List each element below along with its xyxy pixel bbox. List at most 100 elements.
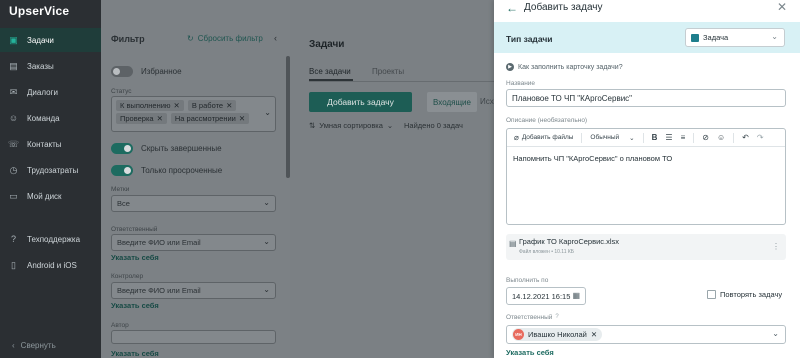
orders-icon: ▤ (9, 60, 18, 71)
undo-icon[interactable]: ↶ (742, 133, 749, 142)
task-type-select[interactable]: Задача ⌄ (685, 28, 785, 47)
align-icon[interactable]: ≡ (681, 133, 686, 142)
link-icon[interactable]: ⊘ (702, 133, 709, 142)
bold-icon[interactable]: B (652, 133, 658, 142)
contacts-icon: ☏ (7, 138, 20, 149)
toolbar-divider (733, 132, 735, 143)
chevron-down-icon: ⌄ (772, 329, 779, 338)
responsible-chip: ИН Ивашко Николай ✕ (512, 328, 603, 341)
tabs-divider (309, 81, 495, 82)
hide-completed-label: Скрыть завершенные (141, 144, 222, 153)
sidebar-item-disk[interactable]: ▭ Мой диск (0, 184, 101, 208)
close-icon[interactable]: ✕ (777, 0, 787, 14)
checkbox[interactable] (707, 290, 716, 299)
chevron-down-icon: ⌄ (263, 237, 270, 246)
remove-chip-icon[interactable]: ✕ (591, 330, 597, 339)
responsible-placeholder: Введите ФИО или Email (117, 238, 201, 247)
status-label: Статус (111, 88, 132, 95)
toolbar-divider (693, 132, 695, 143)
status-chip: В работе ✕ (187, 100, 237, 111)
sidebar-item-tasks[interactable]: ▣ Задачи (0, 28, 101, 52)
status-select[interactable]: К выполнению ✕ В работе ✕ Проверка ✕ На рассмо… (111, 96, 276, 132)
text-style-value: Обычный (590, 133, 620, 141)
collapse-label: Свернуть (20, 341, 56, 350)
attach-files-button[interactable]: ⌀ Добавить файлы (514, 133, 573, 142)
list-icon[interactable]: ☰ (665, 133, 672, 142)
author-set-self-link[interactable]: Указать себя (111, 349, 159, 358)
status-chip: На рассмотрении ✕ (170, 113, 250, 124)
description-label: Описание (необязательно) (506, 117, 588, 124)
collapse-filter-icon[interactable]: ‹ (274, 33, 277, 43)
toolbar-divider (581, 132, 583, 143)
sidebar-item-support[interactable]: ? Техподдержка (0, 227, 101, 251)
help-icon[interactable]: ? (555, 314, 558, 321)
add-task-dialog: ← Добавить задачу ✕ Тип задачи Задача ⌄ … (494, 0, 800, 358)
tasks-main: Задачи Все задачи Проекты Добавить задач… (290, 0, 495, 358)
sidebar-item-orders[interactable]: ▤ Заказы (0, 54, 101, 78)
hide-completed-toggle[interactable] (111, 143, 133, 154)
more-options-icon[interactable]: ⋮ (772, 242, 780, 251)
play-icon: ▶ (506, 63, 514, 71)
responsible-set-self-link[interactable]: Указать себя (506, 348, 554, 357)
chevron-down-icon: ⌄ (771, 32, 778, 41)
reset-filter-button[interactable]: ↻ Сбросить фильтр (187, 34, 263, 43)
attached-file[interactable]: ▤ График ТО КаргоСервис.xlsx Файл вложен… (506, 234, 786, 260)
remove-chip-icon[interactable]: ✕ (157, 114, 163, 123)
collapse-sidebar-button[interactable]: ‹ Свернуть (12, 341, 56, 350)
sidebar-item-team[interactable]: ☺ Команда (0, 106, 101, 130)
remove-chip-icon[interactable]: ✕ (174, 101, 180, 110)
tab-projects[interactable]: Проекты (372, 67, 404, 76)
sidebar-item-timecost[interactable]: ◷ Трудозатраты (0, 158, 101, 182)
sidebar-item-label: Мой диск (27, 191, 62, 201)
remove-chip-icon[interactable]: ✕ (226, 101, 232, 110)
author-label: Автор (111, 322, 129, 329)
sidebar-item-label: Трудозатраты (27, 165, 79, 175)
sidebar-item-dialogs[interactable]: ✉ Диалоги (0, 80, 101, 104)
avatar: ИН (513, 329, 524, 340)
incoming-filter-button[interactable]: Входящие (427, 92, 477, 112)
sidebar-item-label: Android и iOS (27, 260, 77, 270)
redo-icon[interactable]: ↷ (757, 133, 764, 142)
controller-set-self-link[interactable]: Указать себя (111, 301, 159, 310)
paperclip-icon: ⌀ (514, 133, 519, 142)
back-arrow-icon[interactable]: ← (506, 1, 518, 15)
tab-all-tasks[interactable]: Все задачи (309, 67, 351, 76)
tags-select[interactable]: Все ⌄ (111, 195, 276, 212)
active-tab-indicator (309, 79, 353, 81)
status-chip: Проверка ✕ (116, 113, 167, 124)
add-task-button[interactable]: Добавить задачу (309, 92, 412, 112)
controller-filter-input[interactable]: Введите ФИО или Email ⌄ (111, 282, 276, 299)
task-name-input[interactable]: Плановое ТО ЧП "КАргоСервис" (506, 89, 786, 107)
only-overdue-toggle[interactable] (111, 165, 133, 176)
chevron-down-icon: ⌄ (264, 108, 271, 117)
controller-placeholder: Введите ФИО или Email (117, 286, 201, 295)
favorites-label: Избранное (141, 67, 182, 76)
description-text: Напомнить ЧП "КАргоСервис" о плановом ТО (513, 154, 673, 163)
responsible-select[interactable]: ИН Ивашко Николай ✕ ⌄ (506, 325, 786, 344)
sidebar-item-contacts[interactable]: ☏ Контакты (0, 132, 101, 156)
responsible-set-self-link[interactable]: Указать себя (111, 253, 159, 262)
responsible-filter-input[interactable]: Введите ФИО или Email ⌄ (111, 234, 276, 251)
remove-chip-icon[interactable]: ✕ (239, 114, 245, 123)
sidebar-item-mobile[interactable]: ▯ Android и iOS (0, 253, 101, 277)
outgoing-filter-button[interactable]: Исх (480, 97, 494, 106)
emoji-icon[interactable]: ☺ (717, 133, 725, 142)
smart-sort-dropdown[interactable]: ⇅ Умная сортировка ⌄ (309, 121, 393, 130)
text-style-dropdown[interactable]: Обычный ⌄ (590, 134, 634, 142)
tasks-icon: ▣ (9, 34, 18, 45)
repeat-task-checkbox[interactable]: Повторять задачу (707, 290, 782, 299)
description-editor[interactable]: ⌀ Добавить файлы Обычный ⌄ B ☰ ≡ ⊘ ☺ ↶ ↷… (506, 128, 786, 225)
attach-files-label: Добавить файлы (521, 134, 574, 141)
chevron-down-icon: ⌄ (629, 134, 635, 142)
task-type-value: Задача (703, 33, 729, 42)
sidebar: UpserVice ▣ Задачи ▤ Заказы ✉ Диалоги ☺ … (0, 0, 101, 358)
author-filter-input[interactable] (111, 330, 276, 344)
howto-link[interactable]: ▶ Как заполнить карточку задачи? (506, 63, 623, 71)
due-date-input[interactable]: 14.12.2021 16:15 ▦ (506, 287, 586, 305)
responsible-label: Ответственный ? (506, 314, 559, 321)
reset-filter-label: Сбросить фильтр (197, 34, 263, 43)
chevron-down-icon: ⌄ (263, 198, 270, 207)
sidebar-item-label: Заказы (27, 61, 54, 71)
favorites-toggle[interactable] (111, 66, 133, 77)
tags-value: Все (117, 199, 130, 208)
